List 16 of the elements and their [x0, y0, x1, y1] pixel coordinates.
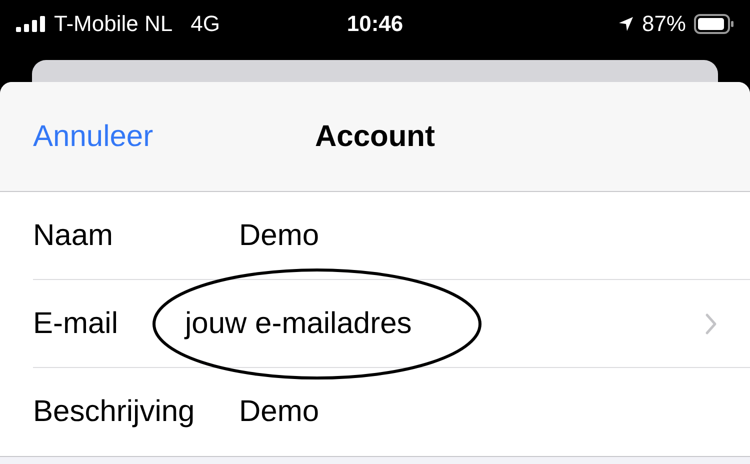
location-arrow-icon [618, 16, 634, 32]
clock-time: 10:46 [346, 11, 404, 37]
cancel-button[interactable]: Annuleer [33, 120, 154, 154]
field-label: Beschrijving [33, 395, 196, 429]
battery-icon [694, 14, 734, 34]
signal-icon [16, 16, 46, 32]
field-value[interactable]: Demo [239, 395, 717, 429]
field-label: E-mail [33, 306, 120, 340]
field-value[interactable]: Demo [239, 218, 717, 252]
carrier-name: T-Mobile NL [54, 11, 173, 37]
battery-percentage: 87% [642, 11, 686, 37]
screen-title: Account [315, 120, 435, 154]
field-label: Naam [33, 218, 114, 252]
chevron-right-icon [705, 312, 717, 334]
network-type: 4G [190, 11, 220, 37]
field-value[interactable]: jouw e-mailadres [185, 306, 705, 340]
